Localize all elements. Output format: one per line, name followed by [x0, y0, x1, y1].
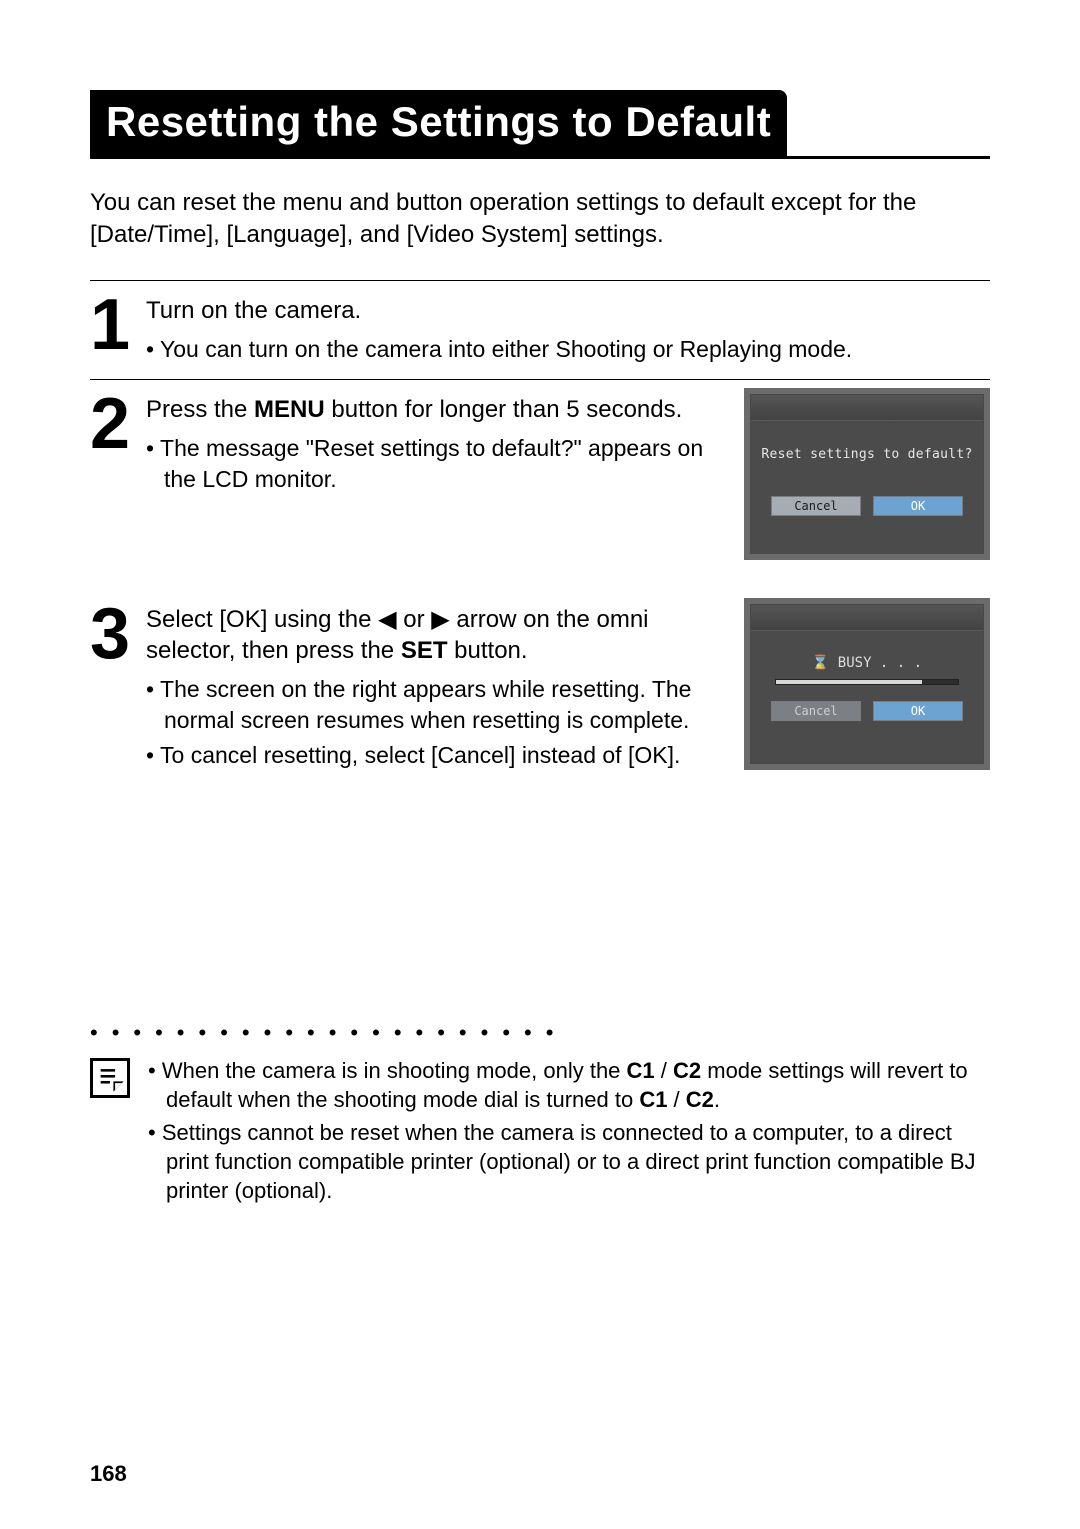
step-2-heading: Press the MENU button for longer than 5 … — [146, 394, 720, 425]
note-2: Settings cannot be reset when the camera… — [148, 1118, 990, 1205]
step-2-heading-bold: MENU — [254, 396, 325, 423]
step-3-bullet-1: The screen on the right appears while re… — [164, 674, 720, 736]
page-title: Resetting the Settings to Default — [90, 90, 787, 156]
step-3-bullet-2: To cancel resetting, select [Cancel] ins… — [164, 740, 720, 771]
page-number: 168 — [90, 1461, 127, 1487]
note-1: When the camera is in shooting mode, onl… — [148, 1056, 990, 1114]
hourglass-icon: ⌛ — [812, 655, 829, 671]
step-3-heading-bold: SET — [401, 637, 448, 664]
note-1-slash2: / — [667, 1087, 685, 1112]
step2-top-rule — [90, 379, 990, 380]
lcd-top-bar-2 — [751, 605, 983, 631]
lcd-ok-button[interactable]: OK — [873, 496, 963, 516]
step-1-bullet-1: You can turn on the camera into either S… — [164, 334, 990, 365]
lcd-busy-text: BUSY . . . — [829, 655, 922, 671]
left-arrow-icon: ◀ — [378, 606, 396, 633]
step-3: 3 Select [OK] using the ◀ or ▶ arrow on … — [90, 598, 990, 780]
title-underline — [90, 156, 990, 159]
note-1-c2b: C2 — [686, 1087, 714, 1112]
step-3-heading-or: or — [397, 606, 432, 633]
step-2-heading-pre: Press the — [146, 396, 254, 423]
lcd-top-bar — [751, 395, 983, 421]
note-1-end: . — [714, 1087, 720, 1112]
note-1-c1b: C1 — [639, 1087, 667, 1112]
lcd-cancel-button-dimmed: Cancel — [771, 701, 861, 721]
note-block: When the camera is in shooting mode, onl… — [90, 1056, 990, 1209]
lcd-reset-prompt: Reset settings to default? Cancel OK — [744, 388, 990, 560]
dot-leader: •••••••••••••••••••••• — [90, 1020, 990, 1046]
step1-top-rule — [90, 280, 990, 281]
lcd-progress-fill — [776, 680, 922, 684]
note-1-c2: C2 — [673, 1058, 701, 1083]
step-2-number: 2 — [90, 392, 146, 457]
step-1-number: 1 — [90, 293, 146, 358]
note-1-slash1: / — [655, 1058, 673, 1083]
step-3-heading-pre: Select [OK] using the — [146, 606, 378, 633]
step-2: 2 Press the MENU button for longer than … — [90, 388, 990, 570]
lcd-reset-message: Reset settings to default? — [751, 421, 983, 492]
lcd-cancel-button[interactable]: Cancel — [771, 496, 861, 516]
right-arrow-icon: ▶ — [431, 606, 449, 633]
step-2-bullet-1: The message "Reset settings to default?"… — [164, 433, 720, 495]
lcd-busy-label: ⌛ BUSY . . . — [751, 631, 983, 679]
intro-text: You can reset the menu and button operat… — [90, 187, 990, 252]
step-1: 1 Turn on the camera. You can turn on th… — [90, 289, 990, 369]
lcd-progress-bar — [775, 679, 959, 685]
step-3-heading: Select [OK] using the ◀ or ▶ arrow on th… — [146, 604, 720, 666]
note-1-c1: C1 — [627, 1058, 655, 1083]
lcd-ok-button-2[interactable]: OK — [873, 701, 963, 721]
step-2-heading-post: button for longer than 5 seconds. — [325, 396, 683, 423]
memo-icon — [90, 1058, 130, 1098]
step-1-heading: Turn on the camera. — [146, 295, 990, 326]
note-1-pre: When the camera is in shooting mode, onl… — [162, 1058, 627, 1083]
step-3-number: 3 — [90, 602, 146, 667]
step-3-heading-post: button. — [448, 637, 528, 664]
lcd-busy-screen: ⌛ BUSY . . . Cancel OK — [744, 598, 990, 770]
